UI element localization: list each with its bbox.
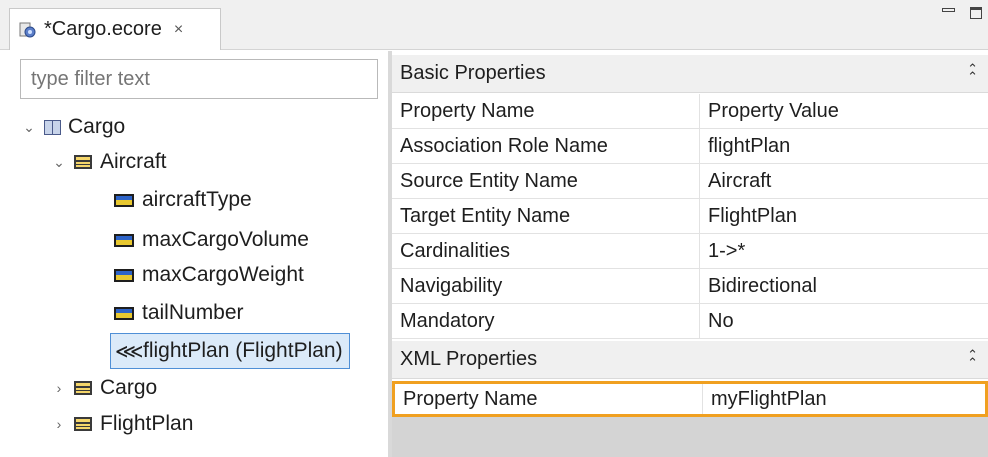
table-row[interactable]: Association Role Name flightPlan: [392, 129, 988, 164]
property-value-cell[interactable]: No: [700, 304, 988, 338]
attribute-icon: [114, 268, 134, 282]
section-xml-properties[interactable]: XML Properties ⌃ ⌃: [392, 341, 988, 379]
attribute-icon: [114, 306, 134, 320]
property-value-cell[interactable]: FlightPlan: [700, 199, 988, 233]
tree-item-label: aircraftType: [142, 188, 252, 211]
table-header-row: Property Name Property Value: [392, 94, 988, 129]
chevron-down-icon[interactable]: ⌄: [52, 154, 66, 171]
property-name-cell: Association Role Name: [392, 129, 700, 163]
class-icon: [74, 381, 92, 395]
chevron-down-icon[interactable]: ⌄: [22, 119, 36, 136]
ecore-file-icon: [18, 20, 38, 40]
table-row-highlighted[interactable]: Property Name myFlightPlan: [392, 381, 988, 417]
class-icon: [74, 155, 92, 169]
tree-item-reference-selected[interactable]: ⋘ flightPlan (FlightPlan): [110, 333, 350, 369]
tree-item-attribute[interactable]: tailNumber: [114, 296, 244, 330]
tree-item-attribute[interactable]: maxCargoVolume: [114, 223, 309, 257]
maximize-icon[interactable]: [970, 7, 982, 19]
property-name-cell: Property Name: [395, 384, 703, 414]
attribute-icon: [114, 193, 134, 207]
property-value-cell[interactable]: Bidirectional: [700, 269, 988, 303]
tree-item-label: Cargo: [100, 376, 158, 399]
attribute-icon: [114, 233, 134, 247]
model-tree-panel: ⌄ Cargo ⌄ Aircraft aircraftType maxCargo…: [0, 51, 388, 457]
property-value-cell[interactable]: Aircraft: [700, 164, 988, 198]
tree-item-cargo-root[interactable]: ⌄ Cargo: [22, 110, 125, 144]
section-title: Basic Properties: [400, 62, 546, 84]
property-name-cell: Cardinalities: [392, 234, 700, 268]
tree-item-aircraft[interactable]: ⌄ Aircraft: [52, 145, 167, 179]
column-header-value[interactable]: Property Value: [700, 94, 988, 128]
minimize-icon[interactable]: [940, 2, 956, 18]
property-value-cell[interactable]: myFlightPlan: [703, 384, 985, 414]
column-header-name[interactable]: Property Name: [392, 94, 700, 128]
property-name-cell: Target Entity Name: [392, 199, 700, 233]
chevron-right-icon[interactable]: ›: [52, 416, 66, 432]
tree-item-label: Cargo: [68, 115, 126, 138]
collapse-icon[interactable]: ⌃ ⌃: [967, 348, 978, 369]
tree-item-label: maxCargoVolume: [142, 228, 309, 251]
class-icon: [74, 417, 92, 431]
tree-item-attribute[interactable]: maxCargoWeight: [114, 258, 304, 292]
tree-item-cargo-class[interactable]: › Cargo: [52, 371, 158, 405]
close-icon[interactable]: ×: [174, 21, 183, 39]
chevron-right-icon[interactable]: ›: [52, 380, 66, 396]
property-value-cell[interactable]: 1->*: [700, 234, 988, 268]
table-row[interactable]: Source Entity Name Aircraft: [392, 164, 988, 199]
filter-input[interactable]: [20, 59, 378, 99]
property-name-cell: Navigability: [392, 269, 700, 303]
section-title: XML Properties: [400, 348, 538, 370]
tree-item-label: tailNumber: [142, 301, 244, 324]
empty-area: [392, 417, 988, 457]
tree-item-label: FlightPlan: [100, 412, 194, 435]
tree-item-label: Aircraft: [100, 150, 167, 173]
tree-item-flightplan-class[interactable]: › FlightPlan: [52, 407, 194, 441]
tree-item-label: flightPlan (FlightPlan): [143, 339, 343, 362]
reference-icon: ⋘: [115, 340, 144, 363]
section-basic-properties[interactable]: Basic Properties ⌃ ⌃: [392, 55, 988, 93]
property-name-cell: Source Entity Name: [392, 164, 700, 198]
editor-tab-bar: *Cargo.ecore ×: [0, 0, 988, 50]
tree-item-label: maxCargoWeight: [142, 263, 304, 286]
table-row[interactable]: Mandatory No: [392, 304, 988, 339]
property-name-cell: Mandatory: [392, 304, 700, 338]
table-row[interactable]: Target Entity Name FlightPlan: [392, 199, 988, 234]
table-row[interactable]: Cardinalities 1->*: [392, 234, 988, 269]
collapse-icon[interactable]: ⌃ ⌃: [967, 62, 978, 83]
editor-tab-cargo-ecore[interactable]: *Cargo.ecore ×: [9, 8, 221, 50]
property-value-cell[interactable]: flightPlan: [700, 129, 988, 163]
tree-item-attribute[interactable]: aircraftType: [114, 183, 252, 217]
tab-label: *Cargo.ecore: [44, 18, 162, 40]
table-row[interactable]: Navigability Bidirectional: [392, 269, 988, 304]
properties-panel: Basic Properties ⌃ ⌃ Property Name Proper…: [392, 51, 988, 457]
package-icon: [44, 119, 61, 135]
